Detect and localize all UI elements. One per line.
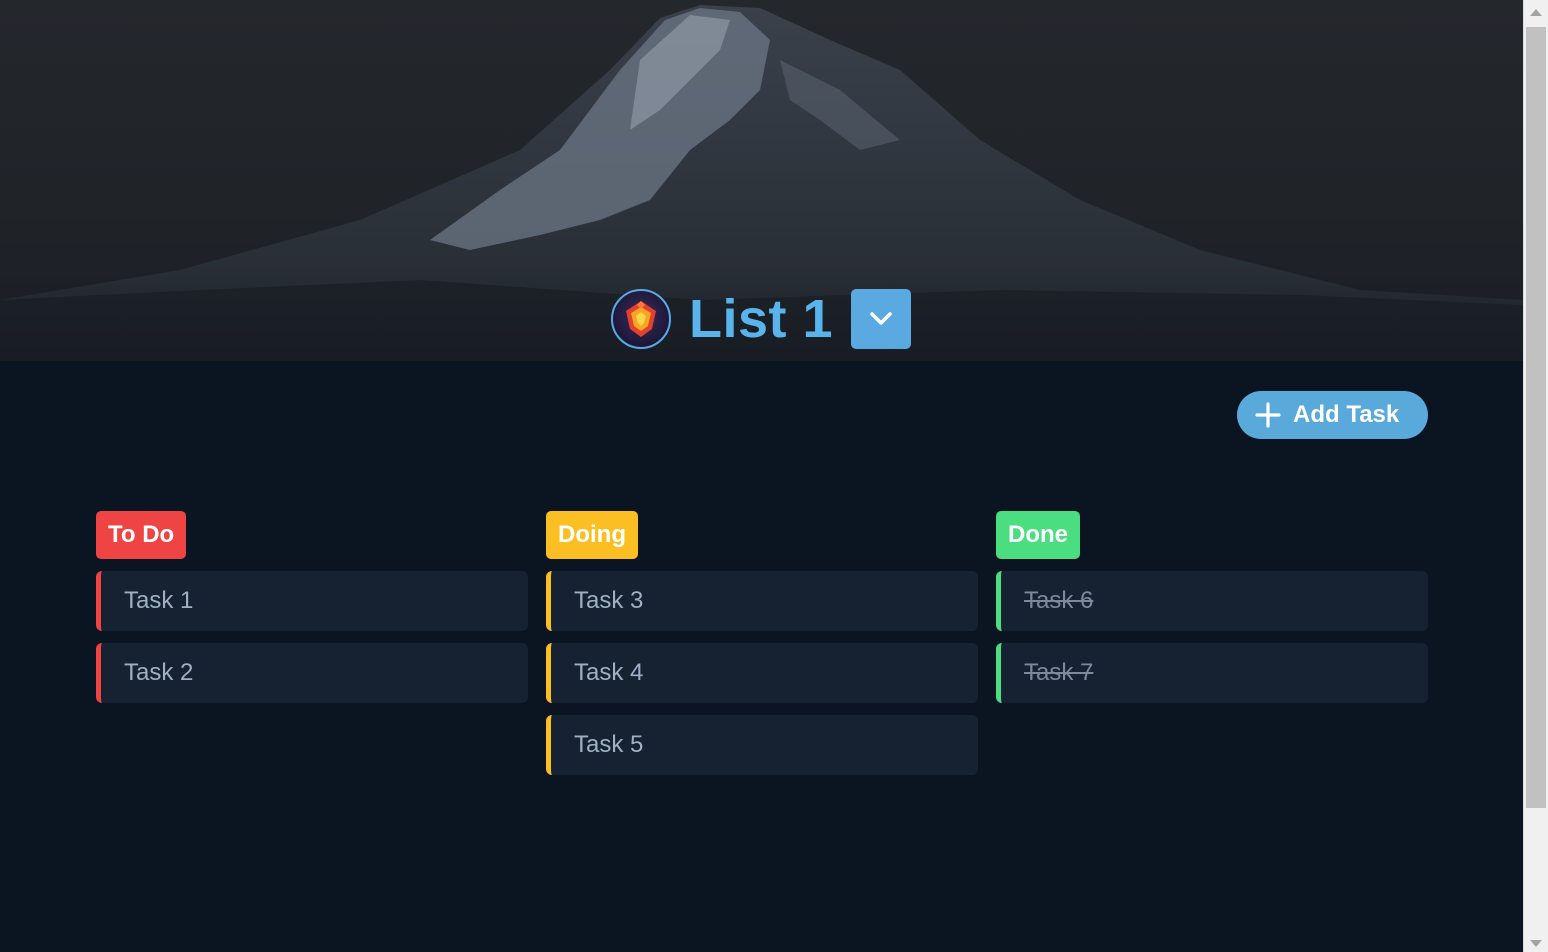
task-card[interactable]: Task 2 [96,643,528,703]
list-dropdown-button[interactable] [851,289,912,349]
column-todo: To Do Task 1 Task 2 [96,511,528,703]
task-card-completed[interactable]: Task 6 [996,571,1428,631]
task-card[interactable]: Task 4 [546,643,978,703]
task-card-completed[interactable]: Task 7 [996,643,1428,703]
scroll-down-arrow-icon[interactable] [1530,940,1542,947]
scroll-up-arrow-icon[interactable] [1530,9,1542,16]
chevron-down-icon [870,312,892,325]
column-label-doing: Doing [546,511,638,559]
emblem-icon[interactable] [611,289,671,349]
add-task-button[interactable]: Add Task [1237,391,1428,439]
header-banner: List 1 [0,0,1523,361]
column-label-done: Done [996,511,1080,559]
plus-icon [1255,402,1281,428]
list-title-row: List 1 [611,287,912,351]
task-card[interactable]: Task 1 [96,571,528,631]
scrollbar-thumb[interactable] [1526,27,1546,808]
task-card[interactable]: Task 5 [546,715,978,775]
vertical-scrollbar[interactable] [1523,0,1548,952]
column-done: Done Task 6 Task 7 [996,511,1428,703]
page: List 1 Add Task To Do Task 1 Task 2 Doin… [0,0,1523,952]
task-card[interactable]: Task 3 [546,571,978,631]
column-label-todo: To Do [96,511,187,559]
column-doing: Doing Task 3 Task 4 Task 5 [546,511,978,775]
add-task-label: Add Task [1293,401,1400,428]
list-title: List 1 [689,289,834,349]
